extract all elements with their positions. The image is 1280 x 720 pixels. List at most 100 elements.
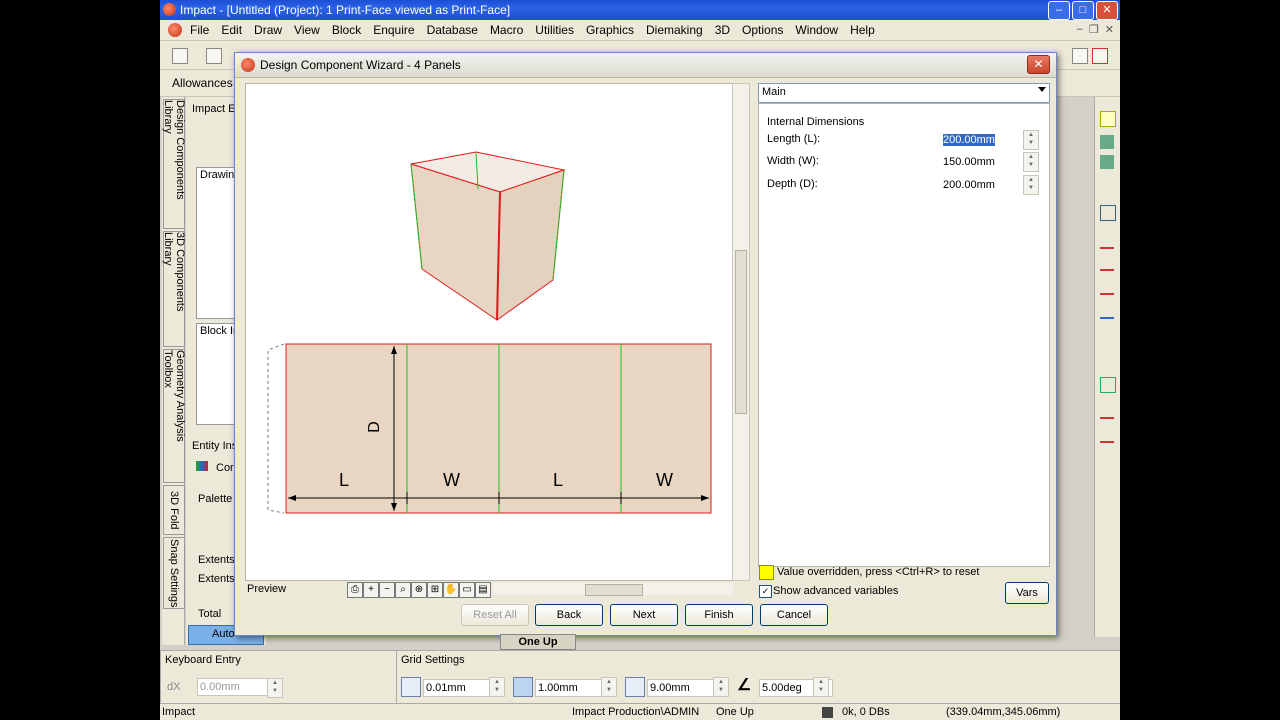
- next-button[interactable]: Next: [610, 604, 678, 626]
- length-spinner[interactable]: ▲ ▼: [1023, 130, 1039, 150]
- tab-design-components-library[interactable]: Design Components Library: [162, 99, 186, 229]
- length-label: Length (L):: [767, 133, 821, 145]
- cancel-button[interactable]: Cancel: [760, 604, 828, 626]
- reset-all-button[interactable]: Reset All: [461, 604, 529, 626]
- color-icon[interactable]: [1092, 48, 1108, 64]
- document-icon[interactable]: [168, 23, 182, 37]
- back-button[interactable]: Back: [535, 604, 603, 626]
- grid-snap-icon[interactable]: [1100, 377, 1116, 393]
- pan-icon[interactable]: ✋: [443, 582, 459, 598]
- grid-snap-spinner[interactable]: ▲ ▼: [601, 677, 617, 697]
- depth-spinner[interactable]: ▲ ▼: [1023, 175, 1039, 195]
- grid-spacing-icon[interactable]: [401, 677, 421, 697]
- status-user: Impact Production\ADMIN: [572, 706, 700, 718]
- menu-enquire[interactable]: Enquire: [373, 23, 414, 37]
- tab-snap-settings[interactable]: Snap Settings: [163, 537, 185, 609]
- status-disk: 0k, 0 DBs: [842, 706, 890, 718]
- arc-icon[interactable]: [1100, 303, 1114, 319]
- print-icon[interactable]: ⎙: [347, 582, 363, 598]
- menu-edit[interactable]: Edit: [221, 23, 242, 37]
- zoom-in-icon[interactable]: +: [363, 582, 379, 598]
- minimize-button[interactable]: –: [1048, 1, 1070, 20]
- measure-icon[interactable]: [1100, 233, 1114, 249]
- box-input[interactable]: 9.00mm: [647, 679, 721, 697]
- grid-spacing-spinner[interactable]: ▲ ▼: [489, 677, 505, 697]
- tab-geometry-analysis-toolbox[interactable]: Geometry Analysis Toolbox: [162, 349, 186, 483]
- menu-block[interactable]: Block: [332, 23, 361, 37]
- status-bar: Impact Impact Production\ADMIN One Up 0k…: [160, 703, 1120, 720]
- grid-snap-icon[interactable]: [513, 677, 533, 697]
- menu-draw[interactable]: Draw: [254, 23, 282, 37]
- width-spinner[interactable]: ▲ ▼: [1023, 152, 1039, 172]
- flat-layout: [267, 343, 712, 514]
- menu-options[interactable]: Options: [742, 23, 783, 37]
- close-button[interactable]: ✕: [1096, 1, 1118, 20]
- allowances-label[interactable]: Allowances: [172, 76, 233, 90]
- width-input[interactable]: 150.00mm: [941, 154, 1019, 170]
- grid-spacing-input[interactable]: 0.01mm: [423, 679, 497, 697]
- doc-close-icon[interactable]: ✕: [1105, 23, 1114, 36]
- angle-icon[interactable]: ∠: [737, 677, 755, 695]
- preview-vertical-scrollbar[interactable]: [732, 83, 750, 581]
- panel-label-l2: L: [553, 470, 564, 490]
- dialog-close-button[interactable]: ✕: [1027, 55, 1050, 74]
- section-select[interactable]: Main: [758, 83, 1050, 103]
- dx-input[interactable]: 0.00mm: [197, 678, 271, 696]
- menu-diemaking[interactable]: Diemaking: [646, 23, 703, 37]
- menu-help[interactable]: Help: [850, 23, 875, 37]
- menu-macro[interactable]: Macro: [490, 23, 523, 37]
- new-icon[interactable]: [172, 48, 188, 64]
- menu-database[interactable]: Database: [427, 23, 478, 37]
- box-icon[interactable]: [625, 677, 645, 697]
- length-input[interactable]: 200.00mm: [941, 132, 1019, 148]
- vars-button[interactable]: Vars: [1005, 582, 1049, 604]
- menu-utilities[interactable]: Utilities: [535, 23, 574, 37]
- layer-icon[interactable]: [1100, 135, 1114, 149]
- angle-spinner[interactable]: ▲ ▼: [813, 677, 829, 697]
- keyboard-entry-title: Keyboard Entry: [165, 654, 241, 666]
- pen-icon[interactable]: [1100, 403, 1114, 419]
- preview-horizontal-scrollbar[interactable]: [493, 583, 733, 596]
- menu-3d[interactable]: 3D: [715, 23, 730, 37]
- zoom-out-icon[interactable]: −: [379, 582, 395, 598]
- component-label: Cor: [216, 462, 234, 474]
- maximize-button[interactable]: □: [1072, 1, 1094, 20]
- box-spinner[interactable]: ▲ ▼: [713, 677, 729, 697]
- dimension-icon[interactable]: [1100, 205, 1116, 221]
- vertical-tab-strip: Design Components Library 3D Components …: [162, 97, 186, 645]
- ruler-icon[interactable]: [1072, 48, 1088, 64]
- keyboard-entry-panel: Keyboard Entry dX 0.00mm ▲ ▼: [160, 650, 397, 704]
- angle-icon[interactable]: [1100, 255, 1114, 271]
- finish-button[interactable]: Finish: [685, 604, 753, 626]
- dx-spinner[interactable]: ▲ ▼: [267, 678, 283, 698]
- design-component-wizard-dialog: Design Component Wizard - 4 Panels ✕ L W…: [234, 52, 1057, 636]
- menu-window[interactable]: Window: [795, 23, 838, 37]
- doc-minimize-icon[interactable]: –: [1077, 23, 1083, 36]
- zoom-window-icon[interactable]: ⊕: [411, 582, 427, 598]
- panel-label-w2: W: [656, 470, 673, 490]
- menu-graphics[interactable]: Graphics: [586, 23, 634, 37]
- hint-bulb-icon[interactable]: [1100, 111, 1116, 127]
- menu-file[interactable]: File: [190, 23, 209, 37]
- open-icon[interactable]: [206, 48, 222, 64]
- preview-canvas[interactable]: L W L W D: [245, 83, 734, 581]
- drawing-tree[interactable]: [196, 167, 236, 319]
- lock-icon[interactable]: [1100, 155, 1114, 169]
- doc-restore-icon[interactable]: ❐: [1089, 23, 1099, 36]
- length-value: 200.00mm: [943, 134, 995, 146]
- redraw-icon[interactable]: ▤: [475, 582, 491, 598]
- one-up-tab[interactable]: One Up: [500, 634, 576, 650]
- depth-input[interactable]: 200.00mm: [941, 177, 1019, 193]
- menu-view[interactable]: View: [294, 23, 320, 37]
- tab-3d-fold[interactable]: 3D Fold: [163, 485, 185, 535]
- show-advanced-label[interactable]: Show advanced variables: [773, 585, 898, 597]
- line-icon[interactable]: [1100, 427, 1114, 443]
- fit-icon[interactable]: ▭: [459, 582, 475, 598]
- zoom-extents-icon[interactable]: ⊞: [427, 582, 443, 598]
- grid-snap-input[interactable]: 1.00mm: [535, 679, 609, 697]
- zoom-icon[interactable]: ⌕: [395, 582, 411, 598]
- curve-icon[interactable]: [1100, 279, 1114, 295]
- extents-label-1: Extents: [198, 554, 235, 566]
- tab-3d-components-library[interactable]: 3D Components Library: [162, 231, 186, 347]
- show-advanced-checkbox[interactable]: ✓: [759, 585, 772, 598]
